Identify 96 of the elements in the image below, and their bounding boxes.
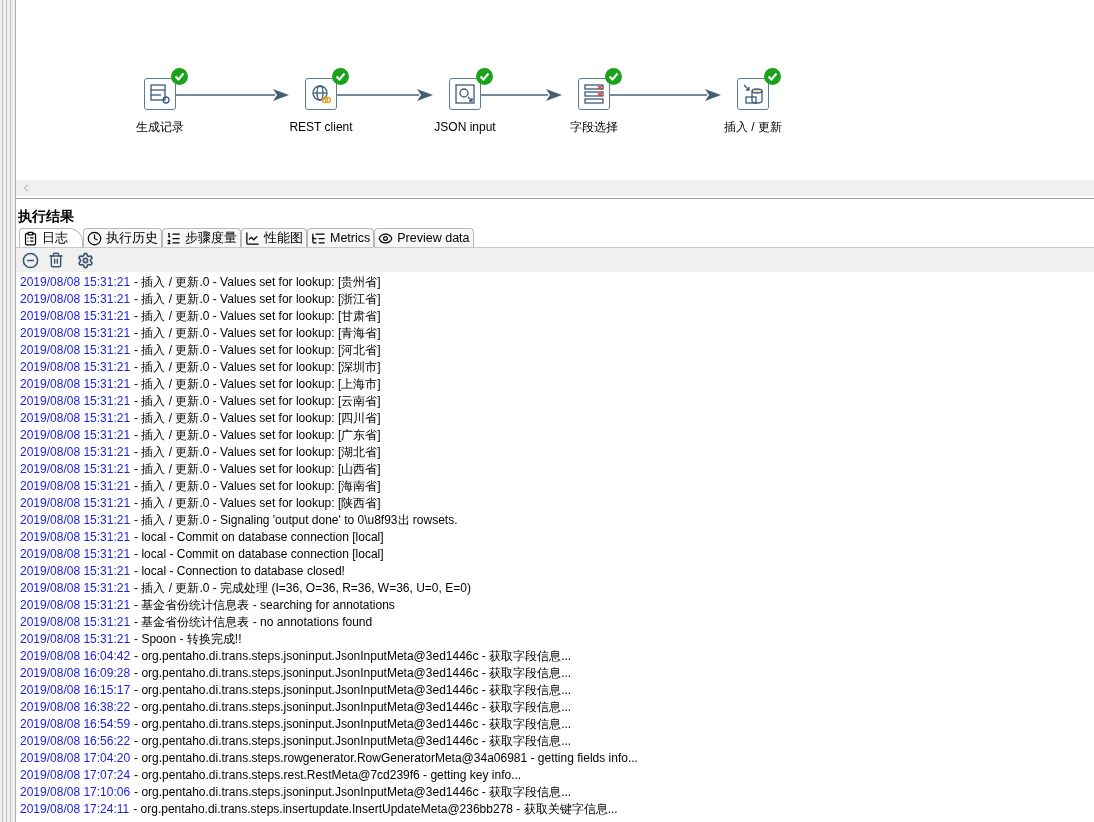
step-node[interactable] <box>578 78 610 110</box>
log-message: - 插入 / 更新.0 - Values set for lookup: [山西省] <box>134 460 381 478</box>
log-timestamp: 2019/08/08 17:10:06 <box>20 783 131 801</box>
step-node[interactable] <box>144 78 176 110</box>
log-timestamp: 2019/08/08 15:31:21 <box>20 273 131 291</box>
log-message: - org.pentaho.di.trans.steps.insertupdate.InsertUpdateMeta@236bb278 - 获取关键字信息... <box>133 800 618 818</box>
log-timestamp: 2019/08/08 15:31:21 <box>20 545 131 563</box>
log-timestamp: 2019/08/08 15:31:21 <box>20 324 131 342</box>
stop-icon[interactable] <box>22 251 39 269</box>
log-timestamp: 2019/08/08 15:31:21 <box>20 443 131 461</box>
log-timestamp: 2019/08/08 15:31:21 <box>20 477 131 495</box>
log-message: - local - Connection to database closed! <box>134 562 345 580</box>
tab[interactable]: 日志 <box>19 228 83 247</box>
log-message: - 插入 / 更新.0 - Values set for lookup: [四川省] <box>134 409 381 427</box>
step-label: 生成记录 <box>136 119 184 136</box>
eye-icon <box>378 230 394 246</box>
log-message: - 基金省份统计信息表 - no annotations found <box>134 613 373 631</box>
log-timestamp: 2019/08/08 15:31:21 <box>20 375 131 393</box>
log-timestamp: 2019/08/08 16:09:28 <box>20 664 131 682</box>
log-timestamp: 2019/08/08 17:24:11 <box>20 800 130 818</box>
log-message: - org.pentaho.di.trans.steps.jsoninput.JsonInputMeta@3ed1446c - 获取字段信息... <box>134 664 572 682</box>
tab[interactable]: 步骤度量 <box>162 228 241 247</box>
log-timestamp: 2019/08/08 17:04:20 <box>20 749 131 767</box>
log-message: - 插入 / 更新.0 - Values set for lookup: [深圳市] <box>134 358 381 376</box>
log-message: - org.pentaho.di.trans.steps.jsoninput.JsonInputMeta@3ed1446c - 获取字段信息... <box>134 732 572 750</box>
settings-icon[interactable] <box>77 251 94 269</box>
log-message: - 插入 / 更新.0 - Values set for lookup: [湖北省] <box>134 443 381 461</box>
log-message: - org.pentaho.di.trans.steps.rest.RestMeta@7cd239f6 - getting key info... <box>134 766 522 784</box>
line-chart-icon <box>245 230 260 246</box>
log-message: - 插入 / 更新.0 - 完成处理 (I=36, O=36, R=36, W=36, U=0, E=0) <box>134 579 471 597</box>
log-message: - 插入 / 更新.0 - Signaling 'output done' to 0\u8f93出 rowsets. <box>134 511 458 529</box>
log-timestamp: 2019/08/08 15:31:21 <box>20 358 131 376</box>
log-timestamp: 2019/08/08 15:31:21 <box>20 562 131 580</box>
numbered-list-icon <box>166 230 181 246</box>
tab[interactable]: Preview data <box>374 228 474 247</box>
log-timestamp: 2019/08/08 15:31:21 <box>20 579 131 597</box>
step-label: 字段选择 <box>570 119 618 136</box>
log-message: - org.pentaho.di.trans.steps.jsoninput.JsonInputMeta@3ed1446c - 获取字段信息... <box>134 681 572 699</box>
clock-icon <box>87 230 102 246</box>
log-timestamp: 2019/08/08 15:31:21 <box>20 409 131 427</box>
log-message: - org.pentaho.di.trans.steps.jsoninput.JsonInputMeta@3ed1446c - 获取字段信息... <box>134 783 572 801</box>
step-node[interactable] <box>449 78 481 110</box>
step-label: JSON input <box>434 119 496 136</box>
log-timestamp: 2019/08/08 15:31:21 <box>20 460 131 478</box>
tab[interactable]: 性能图 <box>241 228 307 247</box>
log-timestamp: 2019/08/08 16:38:22 <box>20 698 131 716</box>
log-timestamp: 2019/08/08 15:31:21 <box>20 528 131 546</box>
log-message: - 插入 / 更新.0 - Values set for lookup: [海南省] <box>134 477 381 495</box>
tab[interactable]: Metrics <box>307 228 375 247</box>
log-timestamp: 2019/08/08 15:31:21 <box>20 630 131 648</box>
log-message: - 插入 / 更新.0 - Values set for lookup: [云南省] <box>134 392 381 410</box>
tree-list-icon <box>311 230 326 246</box>
log-message: - 插入 / 更新.0 - Values set for lookup: [甘肃省] <box>134 307 381 325</box>
log-timestamp: 2019/08/08 15:31:21 <box>20 307 131 325</box>
database-insert-icon <box>742 83 764 105</box>
log-message: - 插入 / 更新.0 - Values set for lookup: [青海省] <box>134 324 381 342</box>
trash-icon[interactable] <box>48 252 64 268</box>
horizontal-scrollbar[interactable] <box>16 180 1094 196</box>
log-timestamp: 2019/08/08 15:31:21 <box>20 426 131 444</box>
step-label: REST client <box>289 119 353 136</box>
json-file-icon <box>454 83 476 105</box>
step-label: 插入 / 更新 <box>724 119 782 136</box>
log-message: - 插入 / 更新.0 - Values set for lookup: [广东省] <box>134 426 381 444</box>
globe-link-icon <box>310 83 332 105</box>
log-message: - org.pentaho.di.trans.steps.jsoninput.JsonInputMeta@3ed1446c - 获取字段信息... <box>134 647 572 665</box>
log-message: - 插入 / 更新.0 - Values set for lookup: [上海市] <box>134 375 381 393</box>
log-message: - org.pentaho.di.trans.steps.jsoninput.JsonInputMeta@3ed1446c - 获取字段信息... <box>134 715 572 733</box>
log-timestamp: 2019/08/08 15:31:21 <box>20 392 131 410</box>
log-message: - 插入 / 更新.0 - Values set for lookup: [陕西省] <box>134 494 381 512</box>
log-message: - 插入 / 更新.0 - Values set for lookup: [浙江省] <box>134 290 381 308</box>
tab[interactable]: 执行历史 <box>83 228 162 247</box>
log-timestamp: 2019/08/08 15:31:21 <box>20 494 131 512</box>
panel-title: 执行结果 <box>18 208 74 224</box>
log-message: - local - Commit on database connection [local] <box>134 545 384 563</box>
log-timestamp: 2019/08/08 16:04:42 <box>20 647 131 665</box>
log-message: - org.pentaho.di.trans.steps.rowgenerator.RowGeneratorMeta@34a06981 - getting fields info... <box>134 749 638 767</box>
clipboard-icon <box>23 230 38 246</box>
log-message: - 插入 / 更新.0 - Values set for lookup: [河北省] <box>134 341 381 359</box>
log-message: - Spoon - 转换完成!! <box>134 630 242 648</box>
log-timestamp: 2019/08/08 15:31:21 <box>20 290 131 308</box>
log-timestamp: 2019/08/08 15:31:21 <box>20 511 131 529</box>
log-timestamp: 2019/08/08 15:31:21 <box>20 613 131 631</box>
log-message: - local - Commit on database connection [local] <box>134 528 384 546</box>
log-timestamp: 2019/08/08 16:54:59 <box>20 715 131 733</box>
field-list-icon <box>583 83 605 105</box>
step-node[interactable] <box>305 78 337 110</box>
log-timestamp: 2019/08/08 16:56:22 <box>20 732 131 750</box>
log-timestamp: 2019/08/08 15:31:21 <box>20 341 131 359</box>
step-node[interactable] <box>737 78 769 110</box>
log-timestamp: 2019/08/08 15:31:21 <box>20 596 131 614</box>
log-timestamp: 2019/08/08 17:07:24 <box>20 766 131 784</box>
log-timestamp: 2019/08/08 16:15:17 <box>20 681 131 699</box>
table-gear-icon <box>149 83 171 105</box>
log-message: - org.pentaho.di.trans.steps.jsoninput.JsonInputMeta@3ed1446c - 获取字段信息... <box>134 698 572 716</box>
log-message: - 基金省份统计信息表 - searching for annotations <box>134 596 395 614</box>
log-message: - 插入 / 更新.0 - Values set for lookup: [贵州省] <box>134 273 381 291</box>
